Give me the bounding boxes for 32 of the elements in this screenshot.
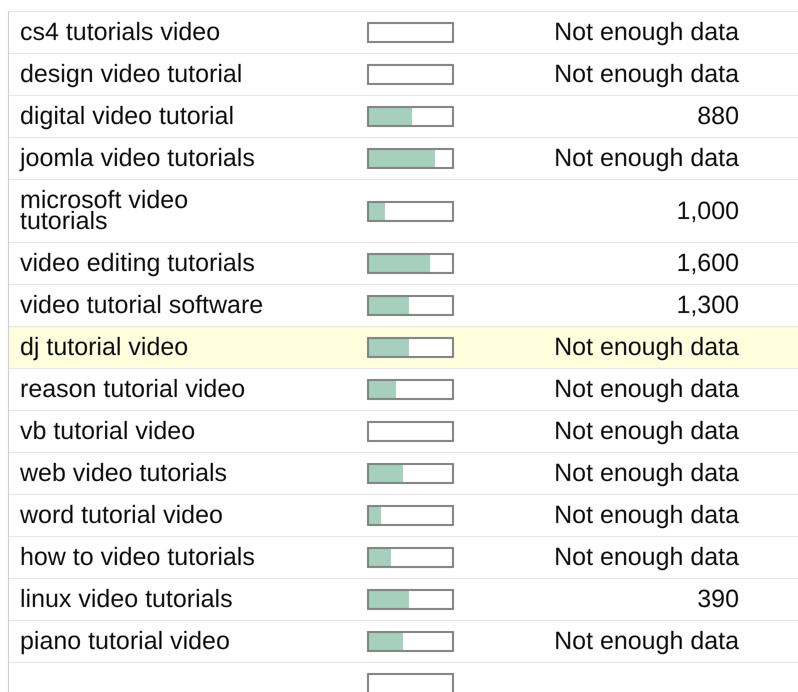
keyword-text: dj tutorial video <box>20 337 190 358</box>
keyword-text: how to video tutorials <box>20 547 256 568</box>
keyword-row[interactable]: dj tutorial video Not enough data <box>9 326 798 368</box>
keyword-text: microsoft video tutorials <box>20 190 190 232</box>
keyword-text: web video tutorials <box>20 463 228 484</box>
keyword-text: word tutorial video <box>20 505 224 526</box>
keyword-text: joomla video tutorials <box>20 148 256 169</box>
volume-value: Not enough data <box>554 459 739 487</box>
volume-value: 880 <box>697 102 739 130</box>
volume-value: 390 <box>697 585 739 613</box>
volume-value: Not enough data <box>554 627 739 655</box>
volume-value: Not enough data <box>554 501 739 529</box>
keyword-text: reason tutorial video <box>20 379 246 400</box>
volume-value: Not enough data <box>554 375 739 403</box>
volume-value: 1,600 <box>676 249 739 277</box>
keyword-text: video editing tutorials <box>20 253 256 274</box>
keyword-row[interactable] <box>9 662 798 692</box>
keyword-text: piano tutorial video <box>20 631 231 652</box>
volume-value: Not enough data <box>554 333 739 361</box>
volume-value: 1,300 <box>676 291 739 319</box>
volume-value: 1,000 <box>676 196 739 224</box>
keyword-text: design video tutorial <box>20 64 244 85</box>
volume-value: Not enough data <box>554 543 739 571</box>
keyword-text: digital video tutorial <box>20 106 236 127</box>
keyword-text: video tutorial software <box>20 295 264 316</box>
keyword-text: vb tutorial video <box>20 421 196 442</box>
keyword-text: linux video tutorials <box>20 589 234 610</box>
volume-value: Not enough data <box>554 417 739 445</box>
volume-value: Not enough data <box>554 144 739 172</box>
volume-value: Not enough data <box>554 60 739 88</box>
volume-value: Not enough data <box>554 18 739 46</box>
keyword-text: cs4 tutorials video <box>20 22 222 43</box>
